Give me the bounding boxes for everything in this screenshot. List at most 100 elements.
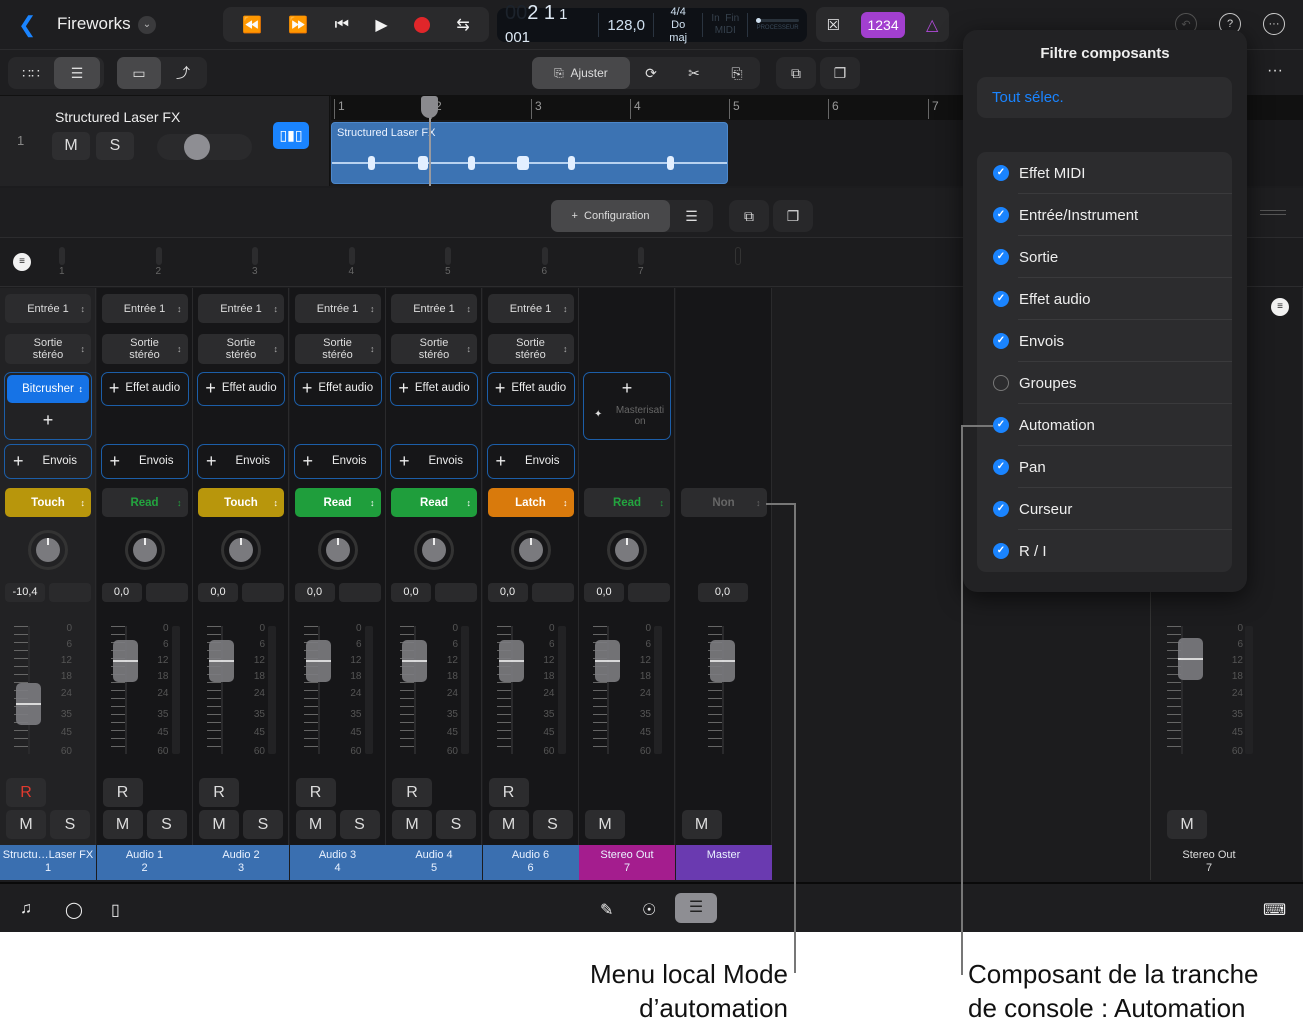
volume-value[interactable]: 0,0 — [697, 583, 748, 602]
browser-icon[interactable]: ♫ — [20, 900, 32, 918]
component-filter-item[interactable]: ✓ R / I — [977, 530, 1232, 572]
track-volume-slider[interactable] — [157, 134, 252, 160]
cycle-button[interactable]: ⇆ — [456, 15, 469, 35]
mute-button[interactable]: M — [199, 810, 239, 839]
automation-mode-menu[interactable]: Read ↕ — [294, 488, 381, 517]
sends-button[interactable]: + Envois — [4, 444, 92, 479]
inspector-icon[interactable]: ▯ — [111, 900, 120, 920]
track-controls-icon[interactable]: ◯ — [65, 900, 83, 920]
checkmark-circle-icon[interactable]: ✓ — [993, 249, 1009, 265]
drag-handle[interactable] — [1260, 210, 1286, 215]
volume-fader[interactable] — [595, 640, 620, 682]
output-selector[interactable]: Sortie stéréo ↕ — [391, 334, 477, 364]
checkmark-circle-icon[interactable]: ✓ — [993, 207, 1009, 223]
plugin-button[interactable]: Bitcrusher ↕ — [7, 375, 89, 403]
checkmark-circle-icon[interactable]: ✓ — [993, 459, 1009, 475]
add-audio-effect-button[interactable]: + Effet audio — [100, 372, 189, 406]
input-selector[interactable]: Entrée 1 ↕ — [5, 294, 91, 323]
output-selector[interactable]: Sortie stéréo ↕ — [294, 334, 381, 364]
track-solo-button[interactable]: S — [96, 132, 134, 160]
volume-fader[interactable] — [209, 640, 234, 682]
record-enable-button[interactable]: R — [488, 778, 529, 807]
select-all-button[interactable]: Tout sélec. — [977, 77, 1232, 118]
mute-button[interactable]: M — [1167, 810, 1207, 839]
automation-mode-menu[interactable]: Touch ↕ — [198, 488, 284, 517]
automation-mode-menu[interactable]: Latch ↕ — [487, 488, 574, 517]
component-filter-item[interactable]: ✓ Envois — [977, 320, 1232, 362]
volume-fader[interactable] — [305, 640, 331, 682]
input-selector[interactable]: Entrée 1 ↕ — [198, 294, 284, 323]
track-name[interactable]: Structured Laser FX — [55, 109, 180, 125]
scissors-icon[interactable]: ✂ — [672, 57, 716, 89]
mixer-duplicate-button[interactable]: ⧉ — [729, 200, 769, 232]
pan-knob[interactable] — [414, 530, 454, 570]
sends-button[interactable]: + Envois — [100, 444, 189, 479]
volume-fader[interactable] — [402, 640, 427, 682]
add-audio-effect-button[interactable]: + Effet audio — [390, 372, 478, 406]
metronome-icon[interactable]: △ — [926, 15, 938, 35]
smart-controls-icon[interactable]: ☉ — [642, 900, 656, 920]
add-audio-effect-button[interactable]: + Effet audio — [486, 372, 575, 406]
mute-button[interactable]: M — [6, 810, 46, 839]
region-view-icon[interactable]: ▭ — [117, 57, 161, 89]
copy-button[interactable]: ❐ — [820, 57, 860, 89]
mute-button[interactable]: M — [102, 810, 143, 839]
playhead-handle[interactable] — [421, 96, 438, 118]
tracks-view-icon[interactable]: ☰ — [54, 57, 100, 89]
record-enable-button[interactable]: R — [6, 778, 46, 807]
automation-mode-menu[interactable]: Read ↕ — [391, 488, 477, 517]
record-button[interactable] — [414, 16, 431, 33]
input-selector[interactable]: Entrée 1 ↕ — [487, 294, 574, 323]
mute-button[interactable]: M — [681, 810, 722, 839]
component-filter-item[interactable]: ✓ Entrée/Instrument — [977, 194, 1232, 236]
strip-name[interactable]: Audio 23 — [193, 845, 289, 880]
rewind-button[interactable]: ⏪ — [242, 15, 262, 35]
fast-forward-button[interactable]: ⏩ — [288, 15, 308, 35]
solo-button[interactable]: S — [532, 810, 573, 839]
checkmark-circle-icon[interactable]: ✓ — [993, 291, 1009, 307]
record-enable-button[interactable]: R — [392, 778, 432, 807]
volume-value[interactable]: 0,0 — [198, 583, 238, 602]
volume-fader[interactable] — [16, 682, 41, 725]
automation-mode-menu[interactable]: Read ↕ — [101, 488, 188, 517]
sends-button[interactable]: + Envois — [390, 444, 478, 479]
input-selector[interactable]: Entrée 1 ↕ — [101, 294, 188, 323]
checkmark-circle-icon[interactable]: ✓ — [993, 417, 1009, 433]
mixer-copy-button[interactable]: ❐ — [773, 200, 813, 232]
component-filter-item[interactable]: ✓ Curseur — [977, 488, 1232, 530]
adjust-tool-button[interactable]: ⎘ Ajuster — [532, 57, 630, 89]
automation-curve-icon[interactable]: ⤴ — [161, 57, 205, 89]
project-title[interactable]: Fireworks — [57, 14, 131, 34]
pan-knob[interactable] — [317, 530, 358, 570]
solo-button[interactable]: S — [243, 810, 283, 839]
back-chevron-icon[interactable]: ❮ — [18, 12, 36, 38]
checkmark-circle-icon[interactable]: ✓ — [993, 333, 1009, 349]
pan-knob[interactable] — [221, 530, 261, 570]
record-enable-button[interactable]: R — [295, 778, 336, 807]
pencil-icon[interactable]: ✎ — [600, 900, 613, 920]
toolbar-more-icon[interactable]: ··· — [1267, 62, 1283, 80]
mastering-slot[interactable]: + ✦ Masterisation — [583, 372, 671, 440]
checkmark-circle-icon[interactable]: ✓ — [993, 165, 1009, 181]
component-filter-item[interactable]: ✓ Automation — [977, 404, 1232, 446]
loop-tool-icon[interactable]: ⟳ — [630, 57, 672, 89]
sends-button[interactable]: + Envois — [197, 444, 285, 479]
project-menu-chevron-icon[interactable]: ⌄ — [138, 16, 156, 34]
duplicate-button[interactable]: ⧉ — [776, 57, 816, 89]
component-filter-item[interactable]: ✓ Effet MIDI — [977, 152, 1232, 194]
automation-mode-menu[interactable]: Touch ↕ — [5, 488, 91, 517]
audio-region[interactable]: Structured Laser FX — [331, 122, 728, 184]
volume-value[interactable]: -10,4 — [5, 583, 45, 602]
solo-button[interactable]: S — [146, 810, 187, 839]
record-enable-button[interactable]: R — [199, 778, 239, 807]
configuration-button[interactable]: + Configuration — [551, 200, 670, 232]
component-filter-item[interactable]: ✓ Effet audio — [977, 278, 1232, 320]
strip-name[interactable]: Audio 66 — [482, 845, 579, 880]
mute-button[interactable]: M — [392, 810, 432, 839]
input-selector[interactable]: Entrée 1 ↕ — [391, 294, 477, 323]
volume-fader[interactable] — [498, 640, 524, 682]
mixer-icon[interactable]: ☰ — [675, 893, 717, 923]
filter-icon[interactable]: ≡ — [1271, 298, 1289, 316]
strip-name[interactable]: Structu…Laser FX 1 — [0, 845, 96, 880]
sends-button[interactable]: + Envois — [293, 444, 382, 479]
